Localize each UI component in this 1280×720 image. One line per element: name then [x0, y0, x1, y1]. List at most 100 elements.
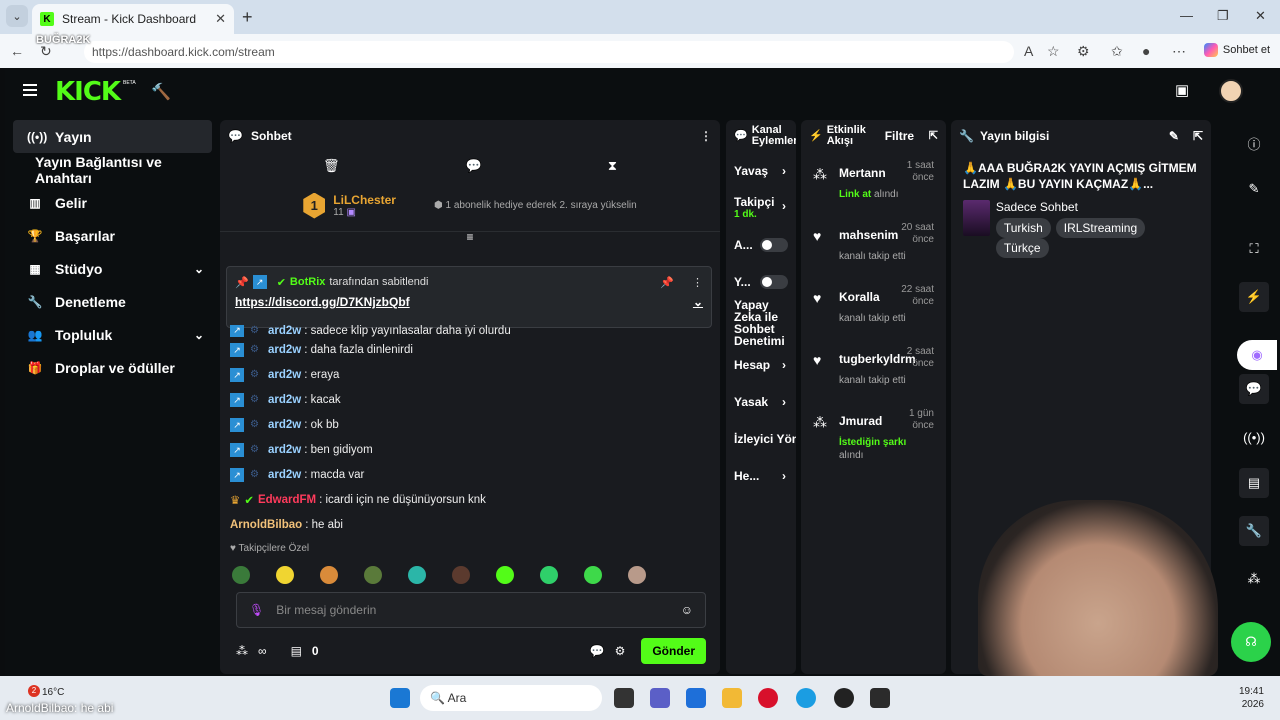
chat-user[interactable]: ard2w	[268, 419, 301, 431]
copilot-chat-button[interactable]: Sohbet et	[1203, 43, 1270, 57]
kick-app-icon[interactable]	[870, 688, 890, 708]
windows-start-icon[interactable]	[390, 688, 410, 708]
toggle-switch[interactable]	[760, 237, 788, 252]
sidebar-item-basarilar[interactable]: 🏆 Başarılar	[13, 219, 212, 252]
category-thumbnail[interactable]	[963, 200, 990, 236]
more-icon[interactable]: ⋯	[1172, 43, 1186, 60]
back-icon[interactable]: ←	[10, 43, 24, 59]
action-he[interactable]: He... ›	[726, 457, 796, 494]
emote-icon[interactable]	[364, 566, 382, 584]
chat-mode-icon[interactable]: 💬	[466, 158, 482, 174]
stream-tag[interactable]: Türkçe	[995, 238, 1049, 258]
hammer-icon[interactable]: 🔨	[151, 82, 171, 102]
lightning-icon[interactable]: ⚡	[1239, 282, 1269, 312]
emote-icon[interactable]	[496, 566, 514, 584]
activity-item[interactable]: ♥ mahsenim 20 saat önce kanalı takip etti	[801, 214, 946, 276]
activity-item[interactable]: ♥ tugberkyldrm 2 saat önce kanalı takip ett…	[801, 338, 946, 400]
chatbot-icon[interactable]: ◉	[1237, 340, 1277, 370]
popout-icon[interactable]: ⇱	[1193, 129, 1203, 143]
teams-icon[interactable]	[650, 688, 670, 708]
extensions-icon[interactable]: ⚙	[1077, 43, 1090, 60]
edit-icon[interactable]: ✎	[1239, 174, 1269, 204]
edit-icon[interactable]: ✎	[1169, 129, 1179, 143]
hourglass-icon[interactable]: ⧗	[608, 158, 617, 174]
folder-icon[interactable]	[722, 688, 742, 708]
chat-bubble-icon[interactable]: 💬	[590, 644, 605, 658]
action-bans[interactable]: Yasak ›	[726, 383, 796, 420]
read-aloud-icon[interactable]: A	[1024, 43, 1033, 59]
chat-user[interactable]: ard2w	[268, 444, 301, 456]
chat-message[interactable]: ArnoldBilbao: he abi	[230, 512, 710, 537]
action-toggle-a[interactable]: A...	[726, 226, 796, 263]
emote-icon[interactable]	[452, 566, 470, 584]
message-input[interactable]: 🎙 Bir mesaj gönderin ☺	[236, 592, 706, 628]
profile-icon[interactable]: ●	[1142, 43, 1150, 59]
kick-logo[interactable]: KICK	[55, 77, 121, 107]
chat-message[interactable]: ↗ ⚙ ard2w: ben gidiyom	[230, 437, 710, 462]
chat-menu-icon[interactable]: ⋮	[700, 129, 712, 143]
activity-item[interactable]: ⁂ Jmurad 1 gün önce İstediğin şarkı alındı	[801, 400, 946, 462]
unpin-icon[interactable]: 📌	[660, 276, 674, 289]
sidebar-item-stream-key[interactable]: Yayın Bağlantısı ve Anahtarı	[13, 153, 212, 186]
chat-message[interactable]: ↗ ⚙ ard2w: eraya	[230, 362, 710, 387]
action-slow-mode[interactable]: Yavaş ›	[726, 152, 796, 189]
chat-user[interactable]: EdwardFM	[258, 494, 316, 506]
emote-icon[interactable]	[276, 566, 294, 584]
channel-points-icon[interactable]: ⁂	[1239, 564, 1269, 594]
chat-user[interactable]: ard2w	[268, 344, 301, 356]
chat-user[interactable]: ArnoldBilbao	[230, 519, 302, 531]
chat-user[interactable]: ard2w	[268, 469, 301, 481]
wrench-icon[interactable]: 🔧	[1239, 516, 1269, 546]
chat-user[interactable]: ard2w	[268, 369, 301, 381]
activity-item[interactable]: ⁂ Mertann 1 saat önce Link at alındı	[801, 152, 946, 214]
emote-icon[interactable]	[232, 566, 250, 584]
chevron-down-icon[interactable]: ⌄	[693, 295, 703, 309]
chat-message[interactable]: ↗ ⚙ ard2w: sadece klip yayınlasalar daha i…	[230, 325, 710, 337]
emote-icon[interactable]	[540, 566, 558, 584]
clock[interactable]: 19:41 2026	[1239, 685, 1264, 711]
activity-user[interactable]: mahsenim	[839, 228, 898, 242]
popout-icon[interactable]: ⇱	[929, 130, 938, 142]
chat-message[interactable]: ↗ ⚙ ard2w: ok bb	[230, 412, 710, 437]
sidebar-item-denetleme[interactable]: 🔧 Denetleme	[13, 285, 212, 318]
sidebar-item-studyo[interactable]: ▦ Stüdyo ⌄	[13, 252, 212, 285]
gift-store-icon[interactable]: ▤	[291, 644, 302, 658]
emote-icon[interactable]	[408, 566, 426, 584]
action-followers-only[interactable]: Takipçi 1 dk. ›	[726, 189, 796, 226]
microphone-icon[interactable]: 🎙	[249, 603, 264, 617]
window-close-icon[interactable]: ✕	[1255, 8, 1266, 24]
settings-icon[interactable]: ⚙	[615, 644, 626, 658]
category-name[interactable]: Sadece Sohbet	[996, 200, 1199, 214]
activity-user[interactable]: Mertann	[839, 166, 886, 180]
studio-icon[interactable]: ▣	[1175, 81, 1189, 99]
url-field[interactable]: https://dashboard.kick.com/stream	[84, 41, 1014, 63]
avatar[interactable]	[1219, 79, 1243, 103]
screenshot-icon[interactable]: ⛶	[1239, 234, 1269, 264]
filter-button[interactable]: Filtre	[885, 130, 914, 142]
action-account[interactable]: Hesap ›	[726, 346, 796, 383]
emoji-icon[interactable]: ☺	[681, 603, 693, 617]
menu-icon[interactable]	[23, 84, 37, 96]
chat-message[interactable]: ♛ ✔ EdwardFM: icardi için ne düşünüyorsun …	[230, 487, 710, 512]
store-icon[interactable]	[686, 688, 706, 708]
broadcast-icon[interactable]: ((•))	[1239, 422, 1269, 452]
favorites-icon[interactable]: ✩	[1111, 43, 1123, 60]
chat-message[interactable]: ↗ ⚙ ard2w: kacak	[230, 387, 710, 412]
chat-user[interactable]: ard2w	[268, 394, 301, 406]
support-icon[interactable]: ☊	[1231, 622, 1271, 662]
gifter-name[interactable]: LiLChester	[333, 193, 396, 207]
activity-item[interactable]: ♥ Koralla 22 saat önce kanalı takip etti	[801, 276, 946, 338]
stream-tag[interactable]: IRLStreaming	[1055, 218, 1146, 238]
pinned-by[interactable]: BotRix	[290, 276, 325, 288]
close-tab-icon[interactable]: ✕	[215, 11, 226, 27]
sidebar-item-droplar[interactable]: 🎁 Droplar ve ödüller	[13, 351, 212, 384]
expand-icon[interactable]: ≡	[220, 230, 720, 244]
tab-list-button[interactable]: ⌄	[6, 5, 28, 27]
send-button[interactable]: Gönder	[641, 638, 706, 664]
emote-icon[interactable]	[628, 566, 646, 584]
new-tab-button[interactable]: +	[242, 7, 253, 28]
action-ai-moderation[interactable]: Yapay Zeka ile Sohbet Denetimi	[726, 300, 796, 346]
emote-icon[interactable]	[584, 566, 602, 584]
info-icon[interactable]: ⓘ	[1239, 128, 1269, 158]
toggle-switch[interactable]	[760, 274, 788, 289]
